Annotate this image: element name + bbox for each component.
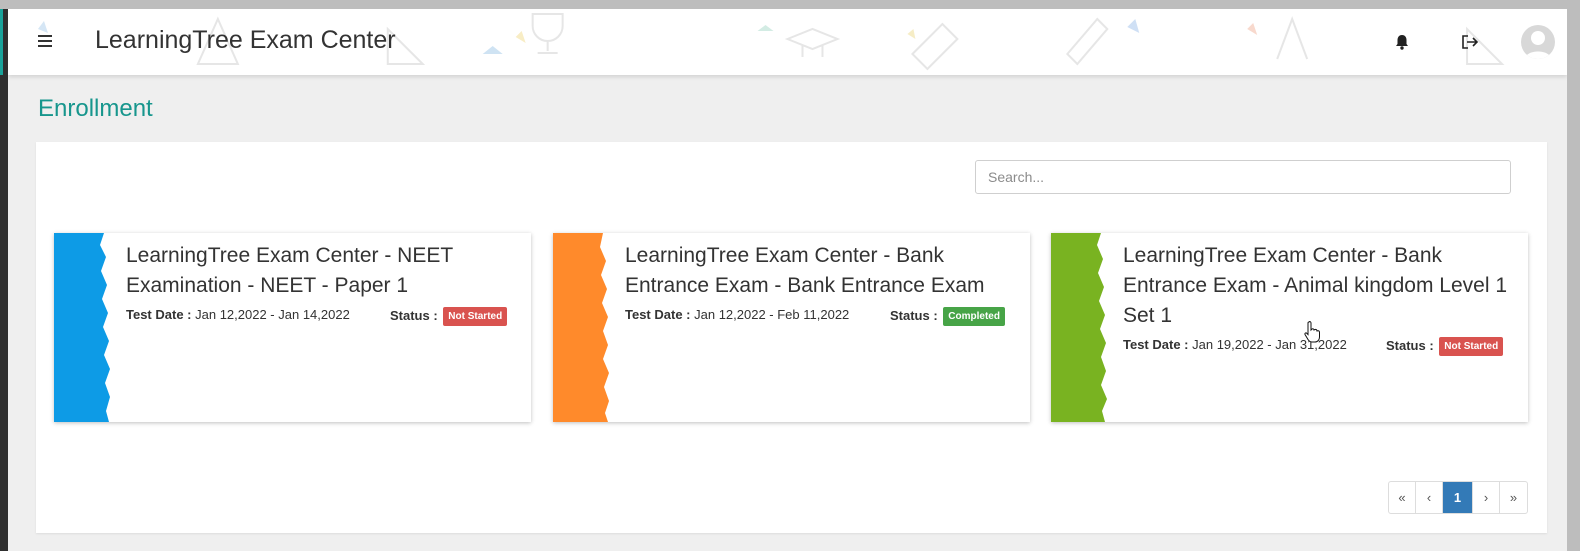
test-date-value: Jan 12,2022 - Jan 14,2022 [195, 307, 350, 322]
status-group: Status : Not Started [390, 307, 508, 326]
exam-title: LearningTree Exam Center - NEET Examinat… [126, 244, 453, 297]
menu-toggle-button[interactable] [35, 31, 55, 51]
card-color-stripe [54, 233, 114, 422]
avatar-silhouette-icon [1525, 31, 1551, 59]
exam-card[interactable]: LearningTree Exam Center - NEET Examinat… [54, 233, 531, 422]
test-date-label: Test Date : [625, 307, 691, 322]
status-group: Status : Completed [890, 307, 1005, 326]
app-window: LearningTree Exam Center Enrollment Sear… [0, 0, 1567, 551]
exam-card[interactable]: LearningTree Exam Center - Bank Entrance… [1051, 233, 1528, 422]
test-date-label: Test Date : [126, 307, 192, 322]
exam-title: LearningTree Exam Center - Bank Entrance… [625, 244, 985, 297]
window-right-border [1567, 0, 1580, 551]
test-date-label: Test Date : [1123, 337, 1189, 352]
hamburger-icon-line [38, 35, 52, 37]
exam-meta: Test Date : Jan 12,2022 - Feb 11,2022 St… [625, 307, 1016, 327]
status-label: Status : [1386, 337, 1434, 353]
top-navbar: LearningTree Exam Center [8, 9, 1567, 75]
card-color-stripe [553, 233, 613, 422]
search-input[interactable] [975, 160, 1511, 194]
test-date-value: Jan 19,2022 - Jan 31,2022 [1192, 337, 1347, 352]
window-top-border [0, 0, 1580, 9]
status-label: Status : [890, 307, 938, 323]
exam-meta: Test Date : Jan 12,2022 - Jan 14,2022 St… [126, 307, 517, 327]
pagination-first-button[interactable]: « [1389, 482, 1416, 513]
window-accent-bar [0, 9, 3, 75]
pagination: « ‹ 1 › » [1388, 481, 1528, 514]
status-group: Status : Not Started [1386, 337, 1504, 356]
status-badge: Not Started [1439, 337, 1504, 356]
bell-icon[interactable] [1393, 33, 1411, 51]
pagination-page-1[interactable]: 1 [1443, 482, 1473, 513]
status-badge: Completed [943, 307, 1005, 326]
exam-title: LearningTree Exam Center - Bank Entrance… [1123, 244, 1508, 327]
hamburger-icon-line [38, 45, 52, 47]
app-title: LearningTree Exam Center [95, 26, 396, 54]
user-avatar-icon[interactable] [1521, 25, 1555, 59]
test-date-value: Jan 12,2022 - Feb 11,2022 [694, 307, 850, 322]
pagination-prev-button[interactable]: ‹ [1416, 482, 1443, 513]
exam-card[interactable]: LearningTree Exam Center - Bank Entrance… [553, 233, 1030, 422]
page-title: Enrollment [38, 95, 153, 122]
pagination-next-button[interactable]: › [1473, 482, 1500, 513]
logout-icon[interactable] [1460, 33, 1480, 51]
status-label: Status : [390, 307, 438, 323]
hamburger-icon-line [38, 40, 52, 42]
card-color-stripe [1051, 233, 1111, 422]
status-badge: Not Started [443, 307, 508, 326]
hand-cursor-icon [1304, 321, 1320, 343]
pagination-last-button[interactable]: » [1500, 482, 1527, 513]
